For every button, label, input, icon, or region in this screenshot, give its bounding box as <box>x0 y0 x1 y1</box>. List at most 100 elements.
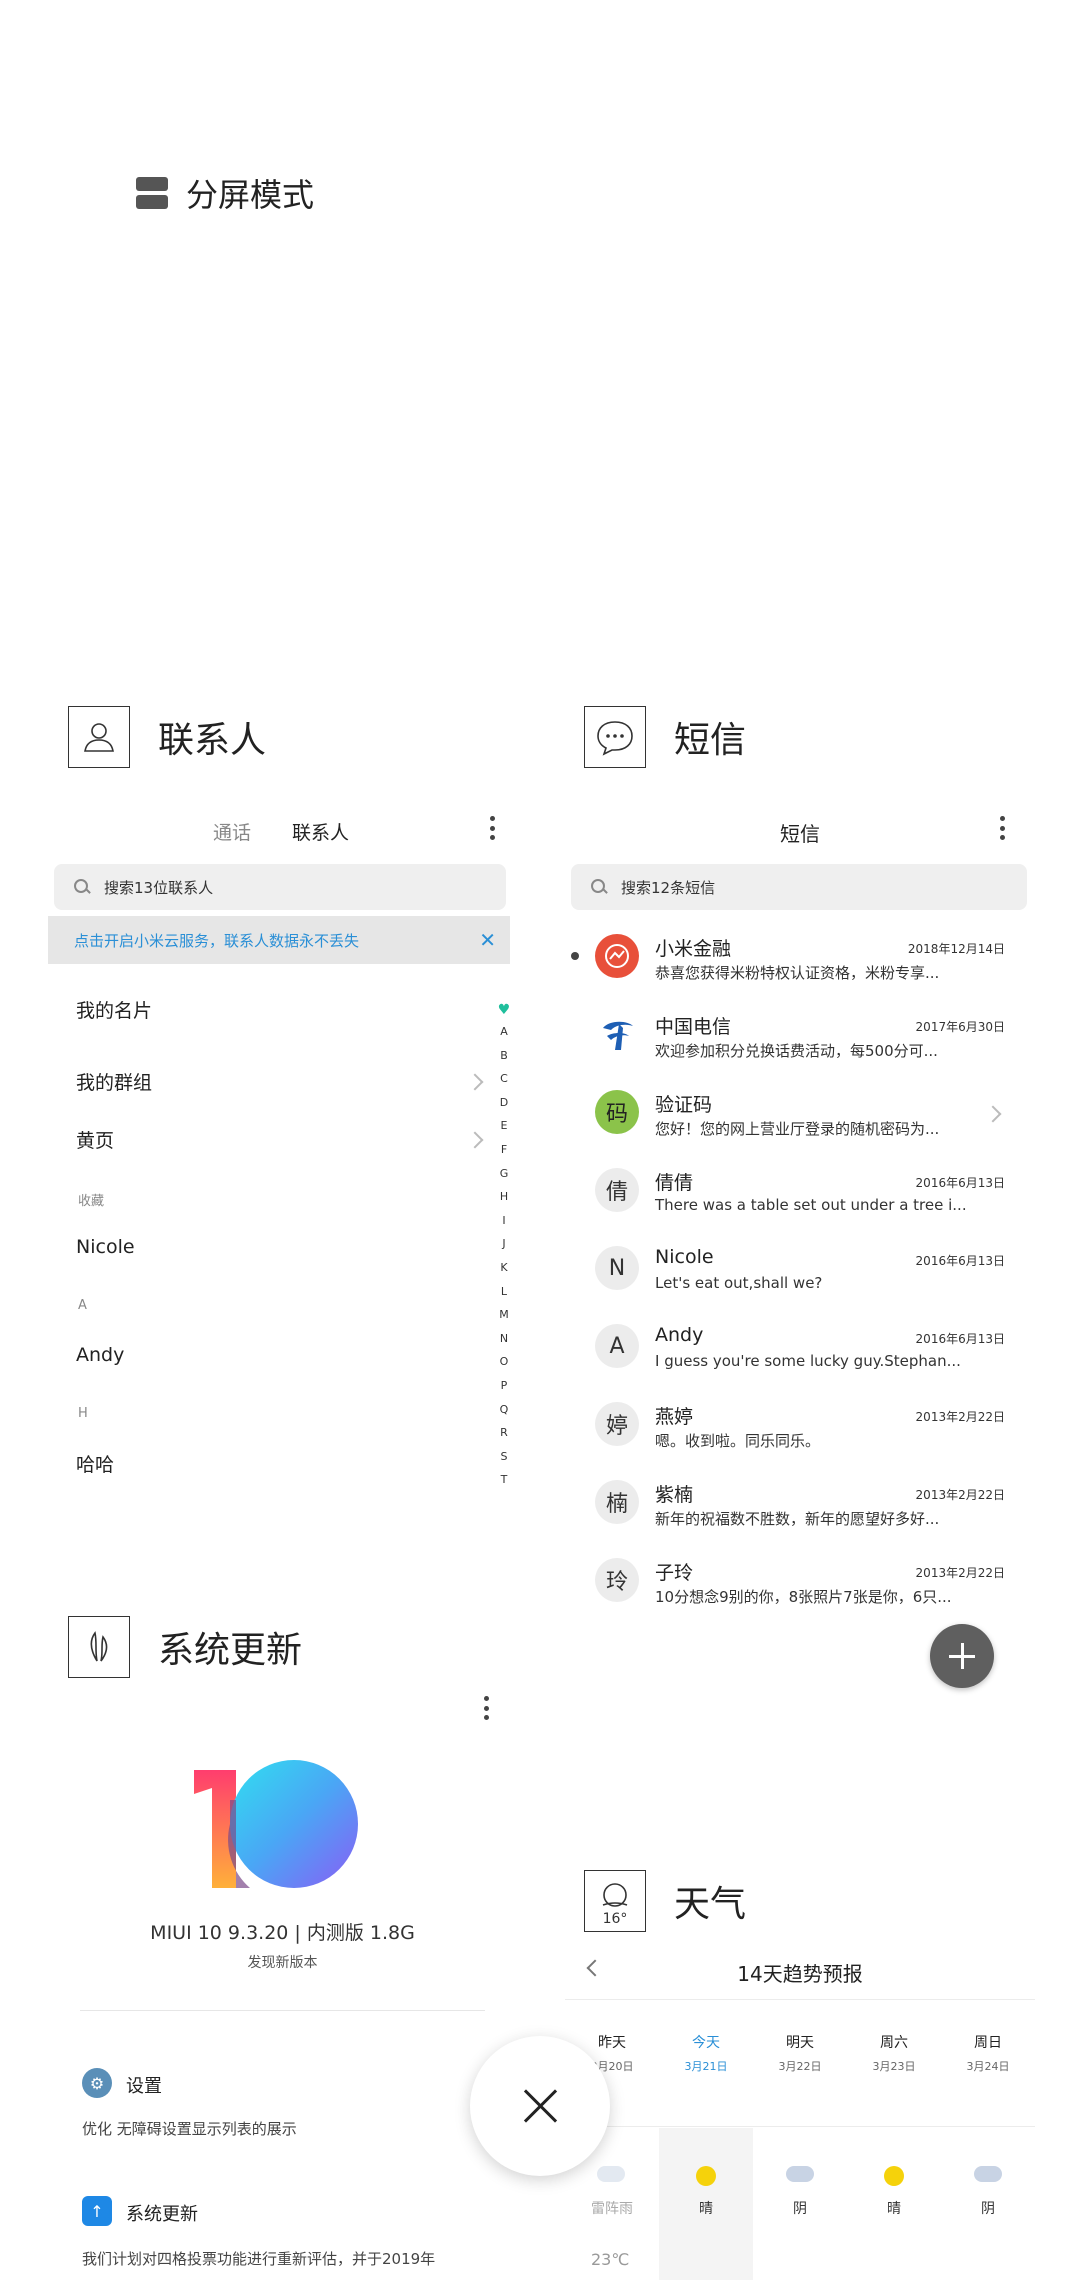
my-groups-row[interactable]: 我的群组 <box>76 1068 152 1095</box>
avatar: 码 <box>595 1090 639 1134</box>
alpha-letter[interactable]: C <box>497 1067 511 1091</box>
day-label: 明天 <box>786 2035 814 2051</box>
message-item[interactable]: 小米金融 2018年12月14日 恭喜您获得米粉特权认证资格，米粉专享... <box>565 934 1035 1012</box>
alpha-letter[interactable]: R <box>497 1421 511 1445</box>
cloud-service-banner[interactable]: 点击开启小米云服务，联系人数据永不丢失 ✕ <box>48 916 510 964</box>
condition-label: 阴 <box>793 2201 807 2217</box>
alpha-letter[interactable]: P <box>497 1374 511 1398</box>
search-icon <box>74 879 90 895</box>
alpha-letter[interactable]: I <box>497 1209 511 1233</box>
update-item-desc: 我们计划对四格投票功能进行重新评估，并于2019年 <box>82 2250 436 2268</box>
more-options-icon[interactable] <box>489 816 495 840</box>
split-screen-icon <box>136 177 168 209</box>
my-card-row[interactable]: 我的名片 <box>76 996 152 1023</box>
alpha-letter[interactable]: Q <box>497 1398 511 1422</box>
message-sender: 小米金融 <box>655 938 732 960</box>
contacts-tabs: 通话 联系人 <box>50 800 515 860</box>
condition-label: 晴 <box>699 2201 713 2217</box>
alpha-letter[interactable]: S <box>497 1445 511 1469</box>
message-item[interactable]: N Nicole 2016年6月13日 Let's eat out,shall … <box>565 1246 1035 1324</box>
message-item[interactable]: A Andy 2016年6月13日 I guess you're some lu… <box>565 1324 1035 1402</box>
contacts-app-icon <box>68 706 130 768</box>
day-date: 3月23日 <box>872 2060 916 2073</box>
message-item[interactable]: 中国电信 2017年6月30日 欢迎参加积分兑换话费活动，每500分可... <box>565 1012 1035 1090</box>
forecast-day: 周六 3月23日 <box>847 2032 941 2074</box>
china-telecom-avatar-icon <box>595 1012 639 1056</box>
alpha-letter[interactable]: D <box>497 1091 511 1115</box>
message-snippet: 您好！您的网上营业厅登录的随机密码为... <box>655 1120 940 1138</box>
system-update-app-title: 系统更新 <box>158 1630 303 1671</box>
alpha-letter[interactable]: L <box>497 1280 511 1304</box>
alpha-letter[interactable]: A <box>497 1020 511 1044</box>
message-date: 2017年6月30日 <box>915 1020 1005 1034</box>
tab-contacts[interactable]: 联系人 <box>292 818 349 845</box>
message-date: 2013年2月22日 <box>915 1488 1005 1502</box>
contacts-search-input[interactable]: 搜索13位联系人 <box>54 864 506 910</box>
alpha-letter[interactable]: J <box>497 1232 511 1256</box>
close-icon[interactable]: ✕ <box>479 928 496 952</box>
contacts-card-title[interactable]: 联系人 <box>68 706 266 768</box>
message-snippet: Let's eat out,shall we? <box>655 1274 823 1292</box>
more-options-icon[interactable] <box>999 816 1005 840</box>
condition-label: 晴 <box>887 2201 901 2217</box>
unread-dot <box>571 952 579 960</box>
contacts-search-placeholder: 搜索13位联系人 <box>104 878 214 897</box>
weather-card-title[interactable]: 16° 天气 <box>584 1870 746 1932</box>
more-options-icon[interactable] <box>483 1696 489 1720</box>
favorites-heart-icon[interactable]: ♥ <box>497 1000 511 1020</box>
cloud-banner-text: 点击开启小米云服务，联系人数据永不丢失 <box>74 931 360 950</box>
message-snippet: 欢迎参加积分兑换话费活动，每500分可... <box>655 1042 938 1060</box>
forecast-day: 周日 3月24日 <box>941 2032 1035 2074</box>
contact-row[interactable]: Nicole <box>76 1236 135 1258</box>
message-sender: 燕婷 <box>655 1406 694 1428</box>
message-sender: Nicole <box>655 1246 714 1268</box>
close-icon <box>522 2088 558 2124</box>
alpha-letter[interactable]: G <box>497 1162 511 1186</box>
message-item[interactable]: 楠 紫楠 2013年2月22日 新年的祝福数不胜数，新年的愿望好多好... <box>565 1480 1035 1558</box>
weather-app-icon: 16° <box>584 1870 646 1932</box>
system-update-card-title[interactable]: 系统更新 <box>68 1616 302 1678</box>
alpha-letter[interactable]: B <box>497 1044 511 1068</box>
xiaomi-finance-avatar-icon <box>595 934 639 978</box>
messages-search-input[interactable]: 搜索12条短信 <box>571 864 1027 910</box>
message-sender: 中国电信 <box>655 1016 732 1038</box>
alphabet-index[interactable]: ♥ A B C D E F G H I J K L M N O P Q R S … <box>497 1000 511 1492</box>
tab-calls[interactable]: 通话 <box>213 818 251 845</box>
message-snippet: 新年的祝福数不胜数，新年的愿望好多好... <box>655 1510 940 1528</box>
alpha-letter[interactable]: M <box>497 1303 511 1327</box>
alpha-letter[interactable]: O <box>497 1350 511 1374</box>
messages-card-title[interactable]: 短信 <box>584 706 746 768</box>
message-snippet: 10分想念9别的你，8张照片7张是你，6只... <box>655 1588 952 1606</box>
alpha-letter[interactable]: K <box>497 1256 511 1280</box>
yellow-pages-row[interactable]: 黄页 <box>76 1126 114 1153</box>
new-message-button[interactable] <box>930 1624 994 1688</box>
message-snippet: 嗯。收到啦。同乐同乐。 <box>655 1432 821 1450</box>
alpha-letter[interactable]: T <box>497 1468 511 1492</box>
system-update-panel: MIUI 10 9.3.20 | 内测版 1.8G 发现新版本 ⚙ 设置 优化 … <box>50 1690 515 2280</box>
close-split-screen-button[interactable] <box>470 2036 610 2176</box>
message-sender: 子玲 <box>655 1562 694 1584</box>
chevron-right-icon <box>466 1073 484 1091</box>
alpha-letter[interactable]: F <box>497 1138 511 1162</box>
alpha-letter[interactable]: H <box>497 1185 511 1209</box>
contact-row[interactable]: Andy <box>76 1344 124 1366</box>
contact-row[interactable]: 哈哈 <box>76 1450 114 1477</box>
message-date: 2016年6月13日 <box>915 1332 1005 1346</box>
contacts-panel: 通话 联系人 搜索13位联系人 点击开启小米云服务，联系人数据永不丢失 ✕ 我的… <box>48 800 515 1492</box>
alpha-letter[interactable]: E <box>497 1114 511 1138</box>
message-item[interactable]: 倩 倩倩 2016年6月13日 There was a table set ou… <box>565 1168 1035 1246</box>
avatar: A <box>595 1324 639 1368</box>
chevron-right-icon <box>984 1105 1002 1123</box>
message-item[interactable]: 码 验证码 您好！您的网上营业厅登录的随机密码为... <box>565 1090 1035 1168</box>
gear-icon: ⚙ <box>82 2068 112 2098</box>
divider <box>565 2126 1035 2127</box>
message-date: 2018年12月14日 <box>907 942 1005 956</box>
search-icon <box>591 879 607 895</box>
alpha-letter[interactable]: N <box>497 1327 511 1351</box>
message-sender: Andy <box>655 1324 704 1346</box>
weather-panel: 14天趋势预报 昨天 3月20日 今天 3月21日 明天 3月22日 周六 3月… <box>565 1940 1035 2280</box>
cloud-icon <box>974 2166 1002 2182</box>
messages-search-placeholder: 搜索12条短信 <box>621 878 716 897</box>
message-sender: 倩倩 <box>655 1172 694 1194</box>
message-item[interactable]: 婷 燕婷 2013年2月22日 嗯。收到啦。同乐同乐。 <box>565 1402 1035 1480</box>
